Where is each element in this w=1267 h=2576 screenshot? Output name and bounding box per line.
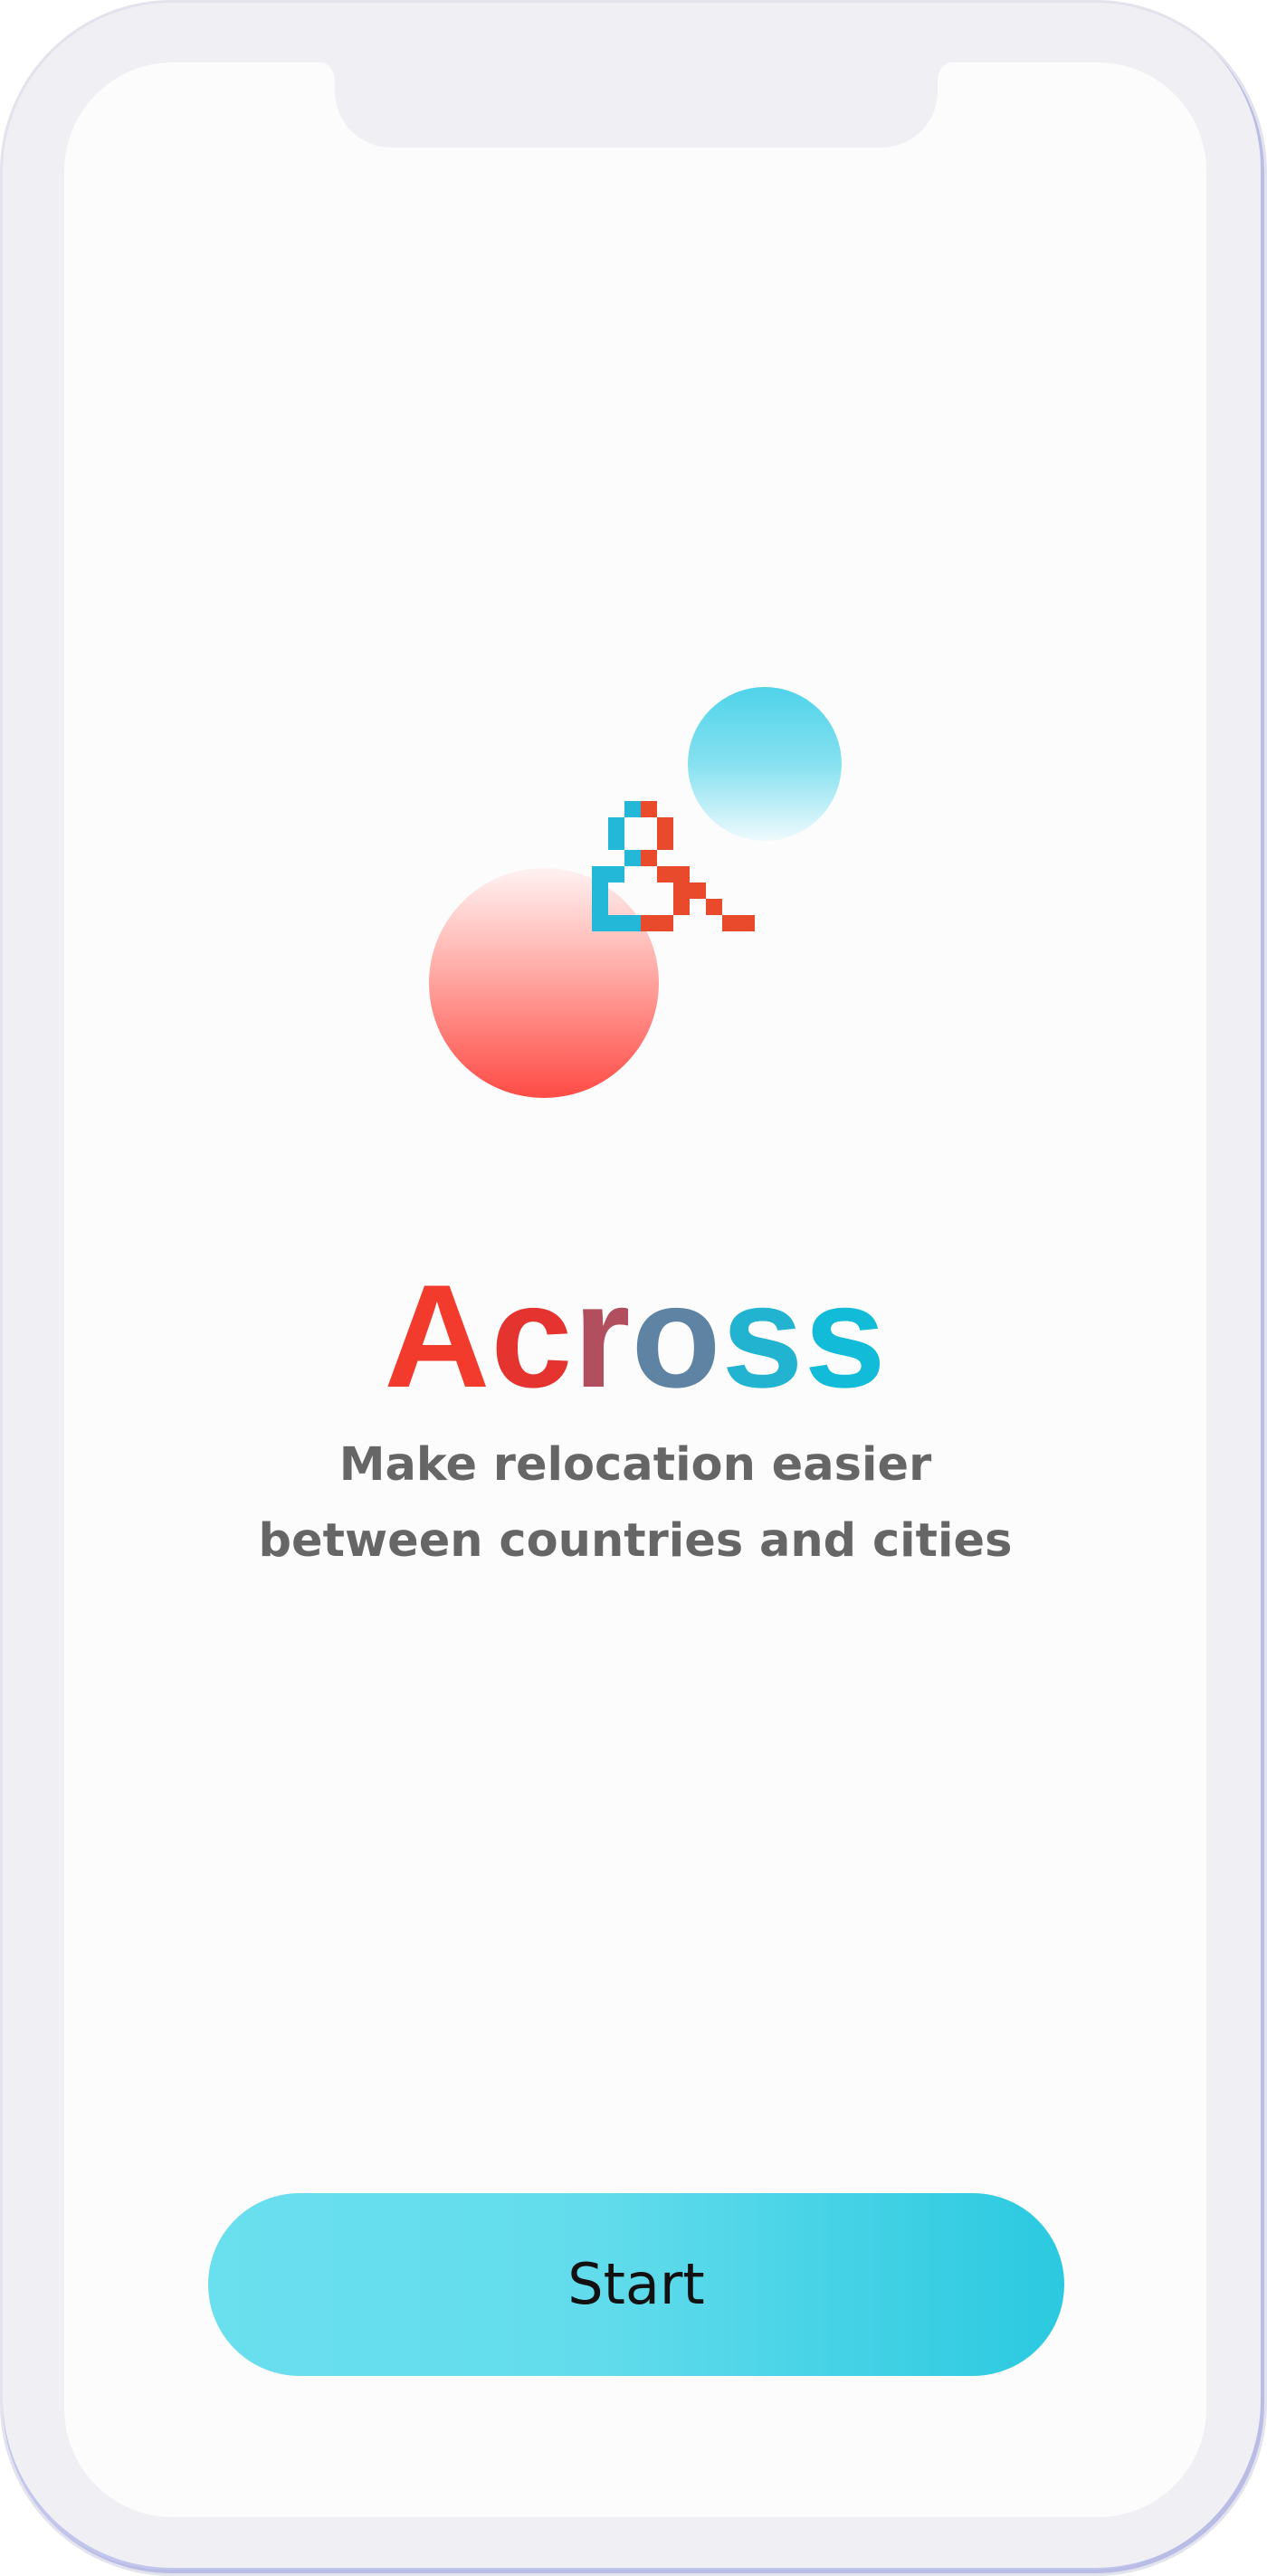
start-button[interactable]: Start	[208, 2193, 1064, 2376]
app-title-letter: s	[721, 1255, 805, 1418]
across-pixel-logo-icon	[592, 801, 755, 931]
phone-notch	[317, 62, 956, 148]
app-title-letter: c	[491, 1255, 574, 1418]
tagline: Make relocation easier between countries…	[64, 1427, 1206, 1579]
tagline-line-1: Make relocation easier	[338, 1438, 932, 1492]
phone-frame: Across Make relocation easier between co…	[0, 0, 1267, 2576]
app-title-letter: o	[631, 1255, 722, 1418]
tagline-line-2: between countries and cities	[258, 1514, 1013, 1568]
app-screen: Across Make relocation easier between co…	[64, 62, 1206, 2517]
app-title-letter: A	[384, 1255, 491, 1418]
app-title-letter: r	[573, 1255, 632, 1418]
app-title: Across	[64, 1255, 1206, 1418]
app-title-letter: s	[804, 1255, 887, 1418]
